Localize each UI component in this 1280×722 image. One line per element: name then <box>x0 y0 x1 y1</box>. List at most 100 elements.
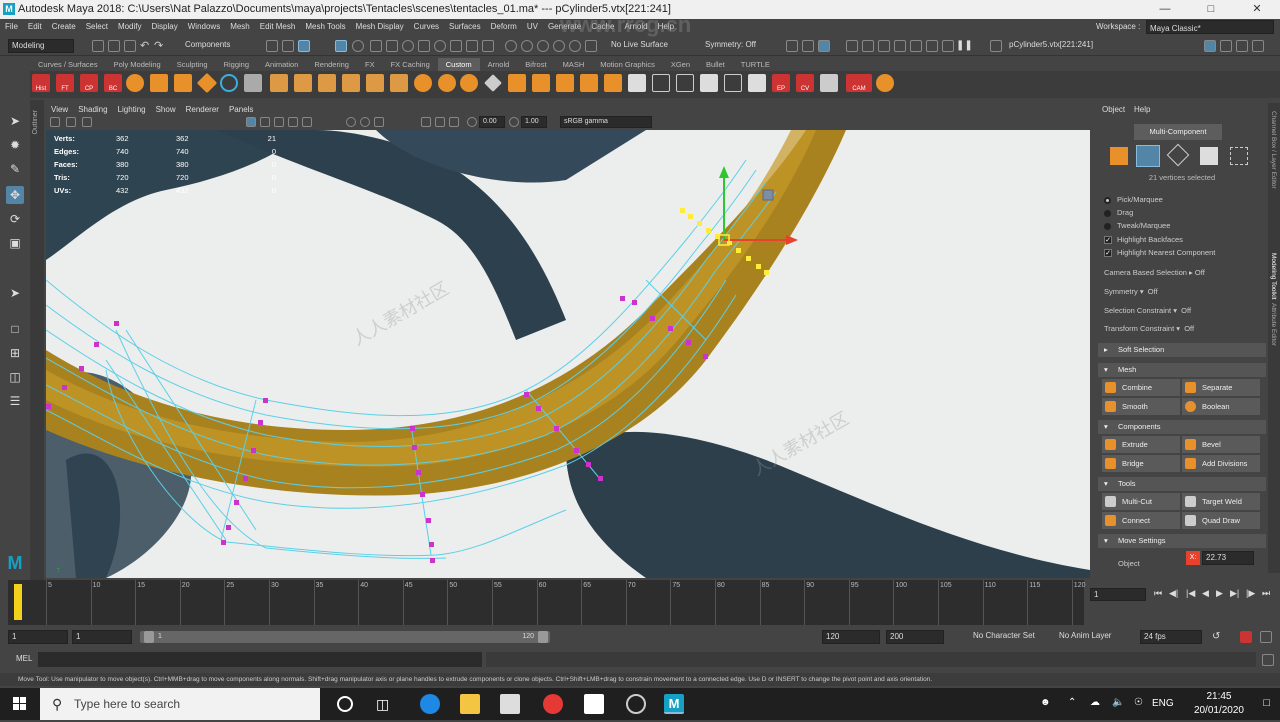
volume-icon[interactable]: 🔈 <box>1112 697 1124 708</box>
tab-xgen[interactable]: XGen <box>663 58 698 71</box>
snap-curve-icon[interactable] <box>521 40 533 52</box>
boolean-button[interactable]: Boolean <box>1182 398 1260 415</box>
bake-button[interactable]: BC <box>104 74 122 92</box>
bevel-tool-icon[interactable] <box>532 74 550 92</box>
two-view-icon[interactable]: ◫ <box>6 368 24 386</box>
step-forward-frame-icon[interactable]: ▶| <box>1230 588 1239 599</box>
construction-history-icon[interactable] <box>818 40 830 52</box>
menu-display[interactable]: Display <box>147 19 183 35</box>
minimize-icon[interactable]: — <box>1142 0 1188 19</box>
isolate-select-icon[interactable] <box>346 117 356 127</box>
vertex-mode-icon[interactable] <box>1136 145 1160 167</box>
exposure-field[interactable]: 0.00 <box>479 116 505 128</box>
tab-sculpting[interactable]: Sculpting <box>169 58 216 71</box>
play-forward-icon[interactable]: ▶ <box>1216 588 1223 599</box>
handle-mask-icon[interactable] <box>418 40 430 52</box>
tab-modeling-toolkit[interactable]: Modeling Toolkit <box>1270 253 1277 300</box>
selection-field[interactable]: pCylinder5.vtx[221:241] <box>1006 39 1116 53</box>
vp-menu-lighting[interactable]: Lighting <box>113 103 151 116</box>
step-back-key-icon[interactable]: ◀| <box>1169 588 1178 599</box>
mirror-z-neg-icon[interactable] <box>390 74 408 92</box>
gamma-icon[interactable] <box>509 117 519 127</box>
modeling-toolkit-toggle-icon[interactable] <box>1204 40 1216 52</box>
bridge-tool-icon[interactable] <box>556 74 574 92</box>
snap-align-icon[interactable] <box>244 74 262 92</box>
camera-bookmark-icon[interactable] <box>66 117 76 127</box>
network-icon[interactable]: ☉ <box>1134 697 1143 708</box>
insert-loop-icon[interactable] <box>580 74 598 92</box>
chrome-icon[interactable] <box>543 694 563 714</box>
menu-modify[interactable]: Modify <box>113 19 147 35</box>
grid-icon[interactable] <box>652 74 670 92</box>
highlight-backfaces-checkbox[interactable]: ✓ Highlight Backfaces <box>1104 235 1183 245</box>
select-by-object-icon[interactable] <box>282 40 294 52</box>
combine-button[interactable]: Combine <box>1102 379 1180 396</box>
menu-file[interactable]: File <box>0 19 23 35</box>
wireframe-on-shaded-icon[interactable] <box>274 117 284 127</box>
uv-mask-icon[interactable] <box>386 40 398 52</box>
end-time-field[interactable]: 200 <box>886 630 944 644</box>
connect-button[interactable]: Connect <box>1102 512 1180 529</box>
open-scene-icon[interactable] <box>108 40 120 52</box>
separate-mesh-icon[interactable] <box>460 74 478 92</box>
multi-component-button[interactable]: Multi-Component <box>1134 124 1222 140</box>
mirror-z-icon[interactable] <box>366 74 384 92</box>
edge-browser-icon[interactable] <box>420 694 440 714</box>
notifications-icon[interactable]: □ <box>1263 697 1270 709</box>
lights-icon[interactable] <box>302 117 312 127</box>
face-mode-icon[interactable] <box>1200 147 1218 165</box>
poly-cylinder-icon[interactable] <box>174 74 192 92</box>
start-time-field[interactable]: 1 <box>8 630 68 644</box>
time-slider[interactable]: 5 10 15 20 25 30 35 40 45 50 55 60 65 70 75 80 85 90 95 100… <box>8 580 1085 625</box>
tab-animation[interactable]: Animation <box>257 58 306 71</box>
people-icon[interactable]: ☻ <box>1040 697 1051 708</box>
output-ops-icon[interactable] <box>802 40 814 52</box>
tab-rendering[interactable]: Rendering <box>306 58 357 71</box>
poly-sphere-icon[interactable] <box>126 74 144 92</box>
attribute-editor-toggle-icon[interactable] <box>1220 40 1232 52</box>
symmetry-dropdown[interactable]: Symmetry: Off <box>702 39 768 53</box>
ipr-render-icon[interactable] <box>878 40 890 52</box>
select-by-component-icon[interactable] <box>298 40 310 52</box>
mirror-y-neg-icon[interactable] <box>342 74 360 92</box>
tab-turtle[interactable]: TURTLE <box>733 58 778 71</box>
new-scene-icon[interactable] <box>92 40 104 52</box>
save-scene-icon[interactable] <box>124 40 136 52</box>
tab-custom[interactable]: Custom <box>437 58 480 71</box>
mirror-x-neg-icon[interactable] <box>294 74 312 92</box>
components-section[interactable]: Components <box>1098 420 1266 434</box>
face-mask-icon[interactable] <box>370 40 382 52</box>
render-view-icon[interactable] <box>876 74 894 92</box>
fps-dropdown[interactable]: 24 fps <box>1140 630 1202 644</box>
script-editor-icon[interactable] <box>1262 654 1274 666</box>
field-chart-icon[interactable] <box>449 117 459 127</box>
tab-poly-modeling[interactable]: Poly Modeling <box>106 58 169 71</box>
transform-constraint[interactable]: Transform Constraint ▾ Off <box>1104 324 1194 333</box>
menu-deform[interactable]: Deform <box>486 19 522 35</box>
ep-curve-button[interactable]: EP <box>772 74 790 92</box>
auto-key-icon[interactable] <box>1240 631 1252 643</box>
menu-mesh-display[interactable]: Mesh Display <box>351 19 409 35</box>
vp-menu-show[interactable]: Show <box>151 103 181 116</box>
menu-create[interactable]: Create <box>47 19 81 35</box>
taskbar-search[interactable]: ⚲ Type here to search <box>40 688 320 720</box>
system-clock[interactable]: 21:45 20/01/2020 <box>1194 690 1244 718</box>
smooth-shade-icon[interactable] <box>260 117 270 127</box>
tab-curves-surfaces[interactable]: Curves / Surfaces <box>30 58 106 71</box>
tab-arnold[interactable]: Arnold <box>480 58 518 71</box>
vertex-mask-icon[interactable] <box>335 40 347 52</box>
go-to-start-icon[interactable]: ⏮ <box>1154 588 1162 599</box>
tab-rigging[interactable]: Rigging <box>216 58 257 71</box>
vp-menu-renderer[interactable]: Renderer <box>181 103 224 116</box>
snap-live-icon[interactable] <box>585 40 597 52</box>
colorspace-dropdown[interactable]: sRGB gamma <box>560 116 652 128</box>
menu-edit-mesh[interactable]: Edit Mesh <box>255 19 301 35</box>
diamond-tool-icon[interactable] <box>484 74 502 92</box>
cv-curve-button[interactable]: CV <box>796 74 814 92</box>
select-tool-icon[interactable]: ➤ <box>6 112 24 130</box>
selection-constraint[interactable]: Selection Constraint ▾ Off <box>1104 306 1191 315</box>
last-tool-icon[interactable]: ➤ <box>6 284 24 302</box>
render-settings-icon[interactable] <box>894 40 906 52</box>
select-by-hierarchy-icon[interactable] <box>266 40 278 52</box>
target-weld-button[interactable]: Target Weld <box>1182 493 1260 510</box>
